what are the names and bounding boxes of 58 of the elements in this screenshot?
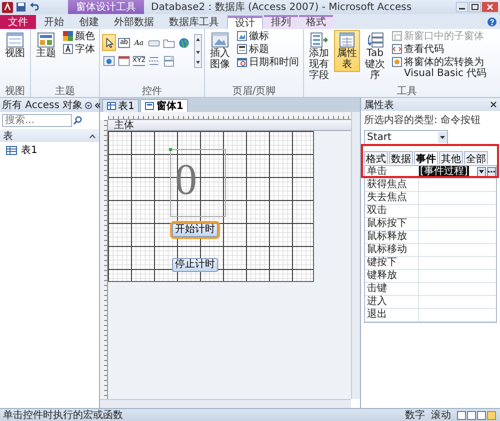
group-label: 主题 [54, 86, 76, 97]
ribbon-button[interactable]: 字体 [61, 43, 97, 56]
property-name: 退出 [365, 309, 419, 321]
property-tab[interactable]: 其他 [439, 151, 463, 164]
document-tab[interactable]: 表1 [102, 99, 140, 112]
ribbon-button[interactable]: 日期和时间 [235, 56, 301, 69]
search-field[interactable]: 搜索... [2, 114, 72, 127]
property-tab[interactable]: 数据 [389, 151, 413, 164]
nav-item[interactable]: 表1 [0, 142, 99, 158]
ribbon-button[interactable]: 主题 [33, 30, 59, 61]
property-name: 获得焦点 [365, 179, 419, 191]
property-name: 键释放 [365, 270, 419, 282]
status-text: 单击控件时执行的宏或函数 [3, 408, 124, 421]
ribbon-button[interactable]: 添加现有字段 [306, 30, 332, 83]
property-name: 双击 [365, 205, 419, 217]
command-button[interactable]: 停止计时 [172, 258, 218, 272]
property-tab[interactable]: 格式 [364, 151, 388, 164]
ribbon-button[interactable]: 插入图像 [207, 30, 233, 72]
ribbon-button[interactable]: 属性表 [334, 30, 360, 72]
group-label: 工具 [396, 86, 418, 97]
ribbon-tab[interactable]: 格式 [299, 15, 333, 29]
ribbon-tab[interactable]: 创建 [72, 15, 106, 29]
selection-type-label: 所选内容的类型: 命令按钮 [363, 114, 482, 128]
group-label: 页眉/页脚 [231, 86, 277, 97]
ribbon-tab[interactable]: 排列 [264, 15, 298, 29]
property-tab[interactable]: 事件 [414, 151, 438, 164]
property-tab[interactable]: 全部 [464, 151, 488, 164]
ribbon-tab[interactable]: 开始 [37, 15, 71, 29]
status-indicator: 数字 [405, 408, 425, 421]
ribbon-tab[interactable]: 设计 [227, 15, 263, 29]
property-name: 鼠标按下 [365, 218, 419, 230]
contextual-tab-header: 窗体设计工具 [68, 0, 144, 14]
command-button[interactable]: 开始计时 [172, 223, 218, 237]
group-label: 控件 [141, 86, 163, 97]
ribbon-button[interactable]: Tab 键次序 [362, 30, 388, 83]
object-dropdown[interactable]: Start [364, 130, 448, 145]
property-name: 失去焦点 [365, 192, 419, 204]
nav-group-header[interactable]: 表 [0, 129, 99, 142]
property-name: 键按下 [365, 257, 419, 269]
property-name: 进入 [365, 296, 419, 308]
group-label: 视图 [4, 86, 26, 97]
status-indicator: 滚动 [431, 408, 451, 421]
property-name: 鼠标移动 [365, 244, 419, 256]
ribbon-tab[interactable]: 数据库工具 [162, 15, 226, 29]
ribbon-button[interactable]: 标题 [235, 43, 301, 56]
ribbon-tab[interactable]: 外部数据 [107, 15, 161, 29]
ribbon-button[interactable]: 徽标 [235, 30, 301, 43]
property-name: 鼠标释放 [365, 231, 419, 243]
ribbon-button[interactable]: 视图 [2, 30, 28, 61]
ribbon-button[interactable]: 将窗体的宏转换为 Visual Basic 代码 [390, 56, 500, 80]
property-name: 击键 [365, 283, 419, 295]
ribbon-tab[interactable]: 文件 [0, 15, 36, 29]
pane-title: 所有 Access 对象 [2, 98, 83, 112]
document-tab[interactable]: 窗体1 [140, 99, 188, 112]
pane-title: 属性表 [364, 98, 394, 112]
ribbon-button[interactable]: 颜色 [61, 30, 97, 43]
ribbon-button[interactable]: 查看代码 [390, 43, 500, 56]
window-title: Database2 : 数据库 (Access 2007) - Microsoft Access [151, 0, 412, 14]
